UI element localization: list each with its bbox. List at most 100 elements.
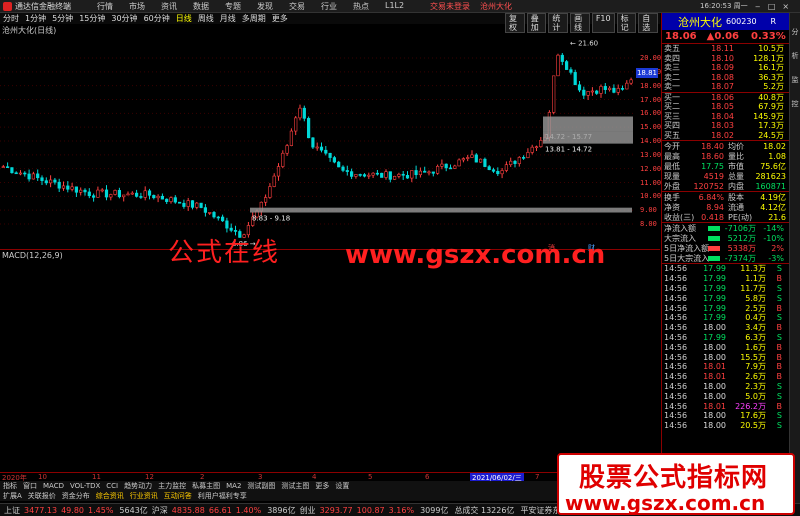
r-tag[interactable]: R — [771, 17, 777, 26]
candle-body — [461, 158, 466, 161]
candle-body — [156, 195, 160, 199]
indicator-tab[interactable]: MA2 — [223, 482, 244, 490]
info-tab[interactable]: 行业资讯 — [127, 491, 161, 501]
candle-body — [629, 79, 633, 84]
sidebar-tab[interactable]: 监 — [790, 75, 800, 85]
stat-row: 最低 17.75 市值 75.6亿 — [662, 161, 789, 171]
menu-item[interactable]: L1L2 — [377, 1, 412, 12]
indicator-tab[interactable]: 窗口 — [20, 481, 40, 491]
menu-item[interactable]: 行业 — [313, 1, 345, 12]
period-tab[interactable]: 60分钟 — [141, 13, 173, 24]
menu-item[interactable]: 行情 — [89, 1, 121, 12]
indicator-tab[interactable]: 测试主图 — [278, 481, 312, 491]
book-label: 买五 — [664, 130, 680, 140]
candle-body — [577, 84, 582, 91]
y-tick-label: 18.00 — [640, 81, 662, 90]
tick-time: 14:56 — [664, 381, 688, 391]
kline-chart[interactable]: 沧州大化(日线) 8.83 - 9.1814.72 - 15.7713.81 -… — [0, 24, 662, 249]
stat-value: 8.94 — [706, 202, 724, 212]
indicator-tab[interactable]: 趋势动力 — [121, 481, 155, 491]
period-tab[interactable]: 1分钟 — [22, 13, 49, 24]
candle-body — [143, 190, 147, 198]
watermark-text: 公式在线 — [168, 238, 281, 268]
indicator-tab[interactable]: 设置 — [332, 481, 352, 491]
book-row[interactable]: 卖一 18.07 5.2万 — [662, 82, 789, 92]
period-tab[interactable]: 月线 — [217, 13, 239, 24]
sidebar-tab[interactable]: 析 — [790, 51, 800, 61]
menu-item[interactable]: 交易 — [281, 1, 313, 12]
tick-price: 17.99 — [703, 293, 726, 303]
candle-body — [521, 157, 526, 159]
candle-body — [195, 202, 199, 208]
info-tab[interactable]: 扩展A — [0, 491, 25, 501]
sidebar-tab[interactable]: 控 — [790, 99, 800, 109]
stat-row: 换手 6.84% 股本 4.19亿 — [662, 192, 789, 202]
indicator-tab[interactable]: CCI — [103, 482, 121, 490]
candle-body — [388, 171, 392, 180]
menu-item[interactable]: 发现 — [249, 1, 281, 12]
candle-body — [478, 158, 483, 163]
index-name[interactable]: 沪深 — [152, 505, 168, 516]
candle-body — [319, 146, 324, 151]
stat-row: 净资 8.94 流通 4.12亿 — [662, 202, 789, 212]
index-name[interactable]: 创业 — [300, 505, 316, 516]
candle-body — [573, 72, 577, 86]
sidebar-tab[interactable]: 分 — [790, 27, 800, 37]
menu-item[interactable]: 市场 — [121, 1, 153, 12]
tick-time: 14:56 — [664, 293, 688, 303]
close-icon[interactable]: × — [782, 2, 790, 11]
minimize-icon[interactable]: ‒ — [754, 2, 762, 11]
candle-body — [92, 195, 96, 198]
indicator-tab[interactable]: 主力监控 — [155, 481, 189, 491]
info-tab[interactable]: 资金分布 — [59, 491, 93, 501]
period-tab[interactable]: 日线 — [173, 13, 195, 24]
indicator-tab[interactable]: 更多 — [312, 481, 332, 491]
indicator-tab[interactable]: 指标 — [0, 481, 20, 491]
stat-row: 收益(三) 0.418 PE(动) 21.6 — [662, 212, 789, 222]
tick-price: 17.99 — [703, 264, 726, 274]
candle-body — [36, 173, 40, 179]
menu-item[interactable]: 热点 — [345, 1, 377, 12]
flow-pct: -10% — [763, 233, 784, 243]
candle-body — [431, 171, 435, 174]
indicator-tab[interactable]: VOL-TDX — [67, 482, 103, 490]
y-tick-label: 17.00 — [640, 95, 662, 104]
trade-login-link[interactable]: 交易未登录 — [430, 1, 470, 12]
period-tab[interactable]: 30分钟 — [108, 13, 140, 24]
period-tab[interactable]: 分时 — [0, 13, 22, 24]
candle-body — [466, 157, 470, 159]
period-tab[interactable]: 周线 — [195, 13, 217, 24]
badge-url: www.gszx.com.cn — [565, 491, 766, 515]
candle-body — [427, 171, 431, 174]
current-stock-link[interactable]: 沧州大化 — [480, 1, 512, 12]
support-zone — [543, 116, 633, 132]
indicator-tab[interactable]: 测试副图 — [244, 481, 278, 491]
tick-price: 17.99 — [703, 313, 726, 323]
info-tab[interactable]: 综合资讯 — [93, 491, 127, 501]
period-tab[interactable]: 多周期 — [239, 13, 269, 24]
period-tab[interactable]: 更多 — [269, 13, 291, 24]
stat-value: 0.418 — [701, 212, 724, 222]
candle-body — [100, 189, 104, 192]
index-name[interactable]: 上证 — [4, 505, 20, 516]
menu-item[interactable]: 专题 — [217, 1, 249, 12]
menu-item[interactable]: 资讯 — [153, 1, 185, 12]
price-change: ▲0.06 — [706, 31, 740, 42]
indicator-tab[interactable]: MACD — [40, 482, 67, 490]
info-tab[interactable]: 利用户福利专享 — [195, 491, 250, 501]
candle-body — [620, 88, 625, 90]
candle-body — [367, 174, 371, 177]
macd-pane[interactable]: MACD(12,26,9) 消 财 — [0, 244, 660, 472]
candle-body — [96, 189, 100, 198]
period-tab[interactable]: 5分钟 — [49, 13, 76, 24]
period-tab[interactable]: 15分钟 — [76, 13, 108, 24]
menu-item[interactable]: 数据 — [185, 1, 217, 12]
indicator-tab[interactable]: 私募主图 — [189, 481, 223, 491]
index-volume: 3896亿 — [267, 505, 296, 515]
info-tab[interactable]: 关联报价 — [25, 491, 59, 501]
book-price: 18.02 — [711, 130, 734, 140]
index-change: 49.80 — [61, 505, 84, 515]
maximize-icon[interactable]: □ — [768, 2, 776, 11]
book-row[interactable]: 买五 18.02 24.5万 — [662, 131, 789, 141]
info-tab[interactable]: 互动问答 — [161, 491, 195, 501]
